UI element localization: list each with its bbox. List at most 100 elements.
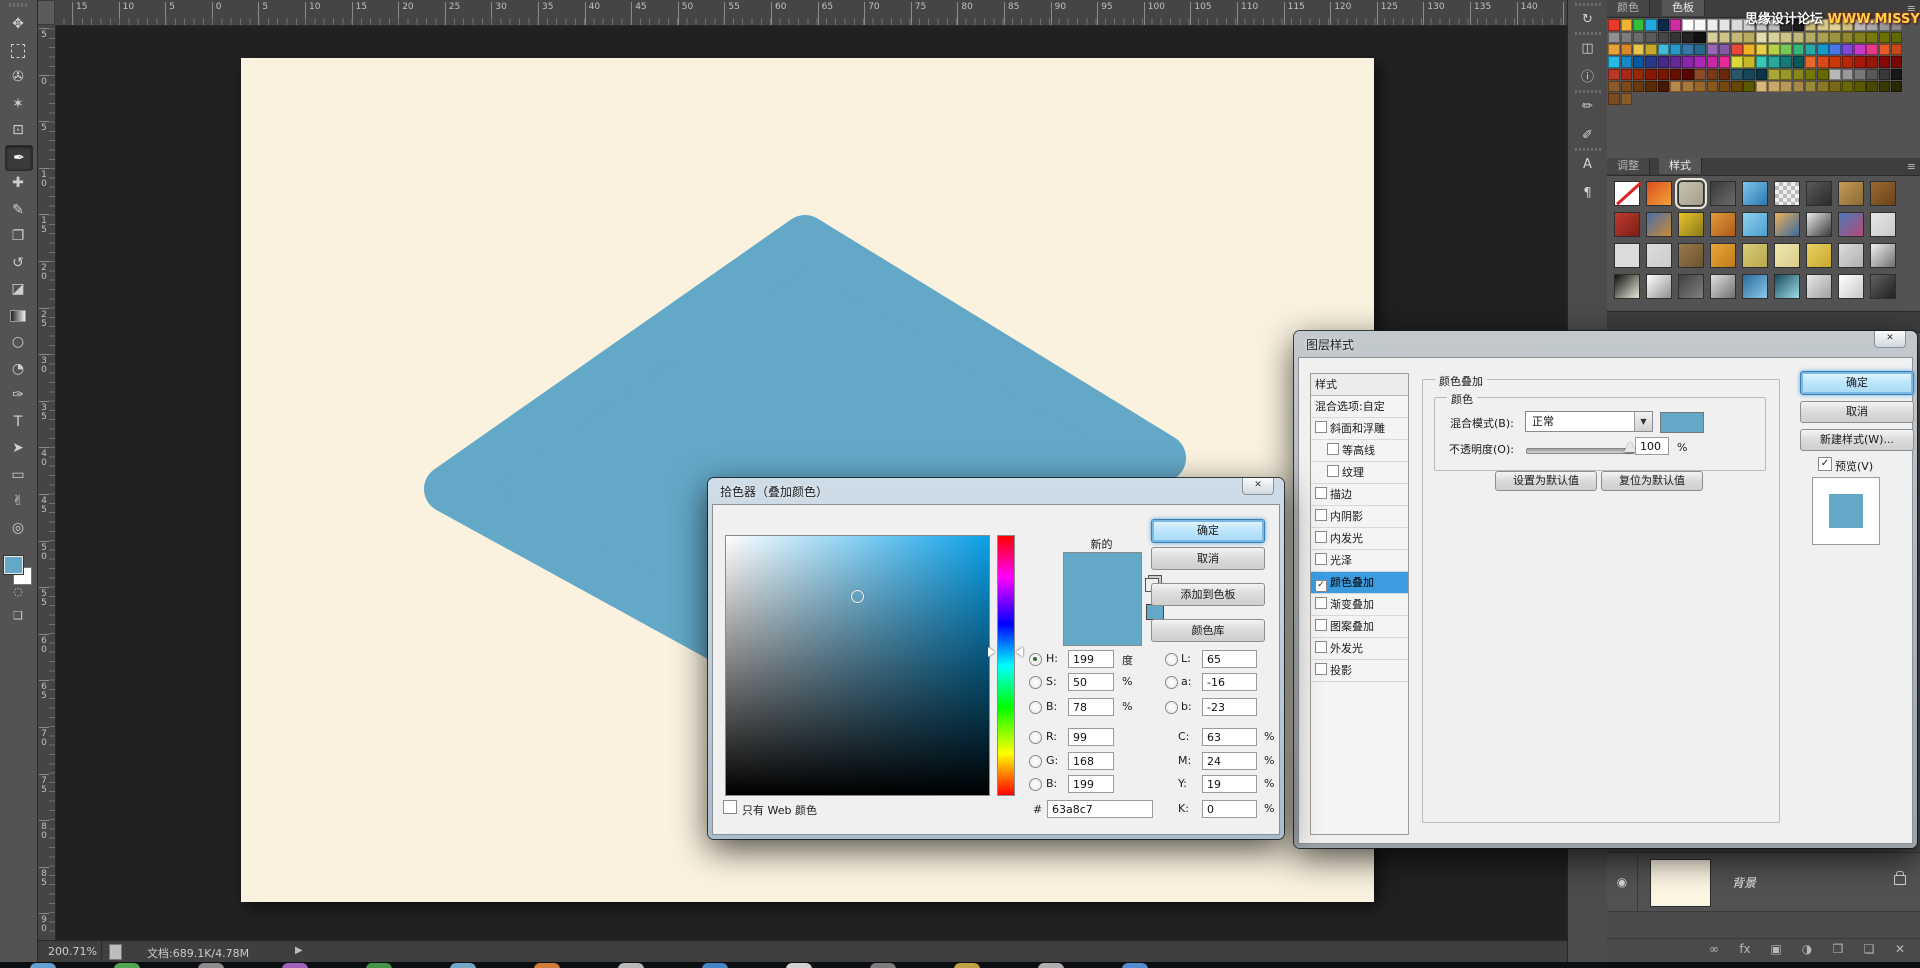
field-input-Y[interactable]: 19 bbox=[1202, 775, 1257, 793]
style-preset[interactable] bbox=[1710, 243, 1736, 268]
color-swatch[interactable] bbox=[1854, 32, 1866, 44]
close-icon[interactable]: ✕ bbox=[1242, 478, 1274, 495]
styles-list-header[interactable]: 样式 bbox=[1311, 374, 1408, 396]
color-swatch[interactable] bbox=[1707, 44, 1719, 56]
color-swatch[interactable] bbox=[1817, 32, 1829, 44]
style-preset[interactable] bbox=[1742, 181, 1768, 206]
panel-menu-icon[interactable]: ≡ bbox=[1907, 160, 1916, 173]
marquee-tool[interactable] bbox=[5, 39, 31, 63]
field-input-C[interactable]: 63 bbox=[1202, 728, 1257, 746]
layer-style-item-内阴影[interactable]: 内阴影 bbox=[1311, 506, 1408, 528]
color-swatch[interactable] bbox=[1621, 44, 1633, 56]
color-swatch[interactable] bbox=[1694, 81, 1706, 93]
color-swatch[interactable] bbox=[1719, 19, 1731, 31]
color-swatch[interactable] bbox=[1658, 19, 1670, 31]
history-panel-icon[interactable]: ↻ bbox=[1574, 8, 1601, 32]
color-swatch[interactable] bbox=[1805, 69, 1817, 81]
color-swatch[interactable] bbox=[1743, 56, 1755, 68]
healing-brush-tool[interactable]: ✚ bbox=[5, 171, 31, 195]
vertical-ruler[interactable]: 5051015202530354045505560657075808590 bbox=[37, 25, 56, 940]
color-swatch[interactable] bbox=[1756, 56, 1768, 68]
layer-style-item-斜面和浮雕[interactable]: 斜面和浮雕 bbox=[1311, 418, 1408, 440]
field-input-G[interactable]: 168 bbox=[1068, 752, 1114, 770]
color-swatch[interactable] bbox=[1743, 81, 1755, 93]
checkbox-icon[interactable] bbox=[1315, 421, 1327, 433]
color-swatch[interactable] bbox=[1731, 81, 1743, 93]
opacity-input[interactable]: 100 bbox=[1635, 437, 1669, 455]
color-swatch[interactable] bbox=[1608, 93, 1620, 105]
color-swatch[interactable] bbox=[1719, 69, 1731, 81]
color-swatch[interactable] bbox=[1694, 19, 1706, 31]
color-swatch[interactable] bbox=[1645, 81, 1657, 93]
move-tool[interactable]: ✥ bbox=[5, 12, 31, 36]
style-preset[interactable] bbox=[1806, 274, 1832, 299]
web-safe-color-swatch[interactable] bbox=[1146, 604, 1164, 620]
taskbar-app-icon[interactable] bbox=[534, 963, 560, 968]
color-swatch[interactable] bbox=[1842, 56, 1854, 68]
color-swatch[interactable] bbox=[1707, 19, 1719, 31]
checkbox-icon[interactable] bbox=[1327, 465, 1339, 477]
taskbar-app-icon[interactable] bbox=[1038, 963, 1064, 968]
color-swatch[interactable] bbox=[1682, 81, 1694, 93]
style-preset[interactable] bbox=[1774, 212, 1800, 237]
color-swatch[interactable] bbox=[1658, 32, 1670, 44]
color-swatch[interactable] bbox=[1719, 44, 1731, 56]
color-swatch[interactable] bbox=[1780, 81, 1792, 93]
color-swatch[interactable] bbox=[1854, 44, 1866, 56]
color-swatch[interactable] bbox=[1854, 56, 1866, 68]
ok-button[interactable]: 确定 bbox=[1151, 519, 1265, 543]
properties-panel-icon[interactable]: ◫ bbox=[1574, 37, 1601, 61]
color-swatch[interactable] bbox=[1633, 19, 1645, 31]
shape-tool[interactable]: ▭ bbox=[5, 463, 31, 487]
field-input-R[interactable]: 99 bbox=[1068, 728, 1114, 746]
layer-style-item-等高线[interactable]: 等高线 bbox=[1311, 440, 1408, 462]
new-style-button[interactable]: 新建样式(W)... bbox=[1800, 429, 1914, 451]
checkbox-icon[interactable] bbox=[1327, 443, 1339, 455]
radio-a[interactable] bbox=[1165, 676, 1178, 689]
color-swatch[interactable] bbox=[1793, 32, 1805, 44]
style-preset[interactable] bbox=[1710, 212, 1736, 237]
color-swatch[interactable] bbox=[1829, 44, 1841, 56]
magic-wand-tool[interactable]: ✶ bbox=[5, 92, 31, 116]
crop-tool[interactable]: ⊡ bbox=[5, 118, 31, 142]
color-swatch[interactable] bbox=[1743, 32, 1755, 44]
style-preset[interactable] bbox=[1774, 274, 1800, 299]
layer-style-item-内发光[interactable]: 内发光 bbox=[1311, 528, 1408, 550]
color-swatch[interactable] bbox=[1891, 81, 1903, 93]
layer-effects-icon[interactable]: fx bbox=[1734, 942, 1756, 956]
pen-tool[interactable]: ✑ bbox=[5, 383, 31, 407]
windows-taskbar[interactable] bbox=[0, 962, 1920, 968]
style-preset[interactable] bbox=[1870, 274, 1896, 299]
color-swatch[interactable] bbox=[1768, 44, 1780, 56]
layer-style-item-描边[interactable]: 描边 bbox=[1311, 484, 1408, 506]
color-swatch[interactable] bbox=[1743, 69, 1755, 81]
color-swatch[interactable] bbox=[1694, 69, 1706, 81]
color-swatch[interactable] bbox=[1633, 69, 1645, 81]
color-swatch[interactable] bbox=[1854, 81, 1866, 93]
taskbar-app-icon[interactable] bbox=[870, 963, 896, 968]
color-swatch[interactable] bbox=[1842, 81, 1854, 93]
field-input-B[interactable]: 78 bbox=[1068, 698, 1114, 716]
checkbox-icon[interactable] bbox=[1315, 597, 1327, 609]
radio-B[interactable] bbox=[1029, 778, 1042, 791]
taskbar-app-icon[interactable] bbox=[282, 963, 308, 968]
color-swatch[interactable] bbox=[1707, 69, 1719, 81]
color-swatch[interactable] bbox=[1842, 69, 1854, 81]
style-preset[interactable] bbox=[1646, 274, 1672, 299]
color-swatch[interactable] bbox=[1891, 56, 1903, 68]
color-swatch[interactable] bbox=[1645, 32, 1657, 44]
radio-B[interactable] bbox=[1029, 701, 1042, 714]
layer-style-item-纹理[interactable]: 纹理 bbox=[1311, 462, 1408, 484]
checkbox-icon[interactable] bbox=[1315, 487, 1327, 499]
checkbox-icon[interactable] bbox=[1315, 531, 1327, 543]
color-swatch[interactable] bbox=[1658, 81, 1670, 93]
color-swatch[interactable] bbox=[1707, 81, 1719, 93]
color-swatch[interactable] bbox=[1805, 32, 1817, 44]
layer-style-item-渐变叠加[interactable]: 渐变叠加 bbox=[1311, 594, 1408, 616]
color-swatch[interactable] bbox=[1694, 44, 1706, 56]
field-input-K[interactable]: 0 bbox=[1202, 800, 1257, 818]
web-only-checkbox[interactable] bbox=[723, 800, 737, 814]
checkbox-icon[interactable] bbox=[1315, 509, 1327, 521]
character-panel-icon[interactable]: A bbox=[1574, 153, 1601, 177]
color-swatch[interactable] bbox=[1891, 69, 1903, 81]
